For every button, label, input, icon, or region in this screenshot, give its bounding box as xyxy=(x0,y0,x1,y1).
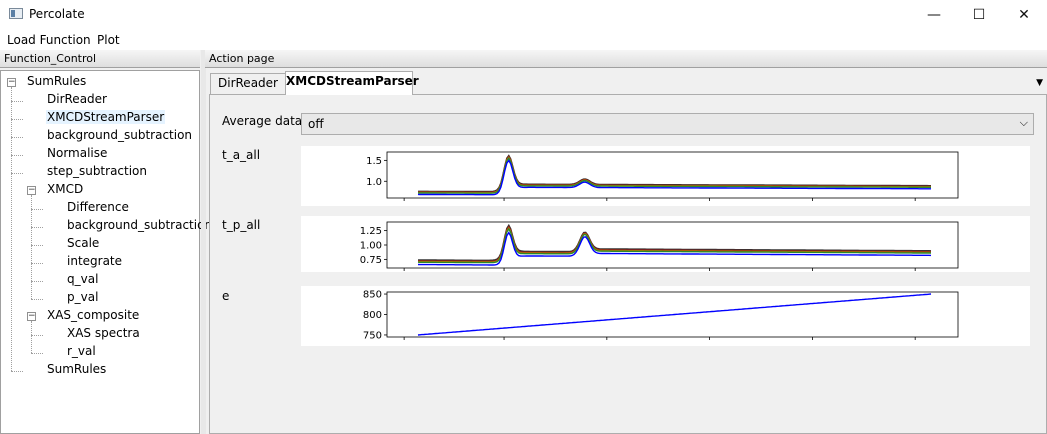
action-page-header: Action page xyxy=(205,50,1047,68)
tree-connector xyxy=(31,263,43,264)
tree-item-difference[interactable]: Difference xyxy=(66,200,130,214)
tree-connector xyxy=(31,335,43,336)
tree-item-xmcd[interactable]: XMCD xyxy=(46,182,84,196)
y-tick-label: 750 xyxy=(363,330,382,341)
tree-connector xyxy=(11,101,23,102)
y-tick-label: 1.0 xyxy=(366,177,382,188)
average-data-select[interactable]: off ⌵ xyxy=(301,113,1034,135)
series-line-1 xyxy=(418,225,931,262)
menu-bar: Load Function Plot xyxy=(0,30,1047,50)
tab-xmcdstreamparser[interactable]: XMCDStreamParser xyxy=(285,71,419,95)
y-tick-label: 1.5 xyxy=(366,156,382,167)
y-tick-label: 850 xyxy=(363,290,382,301)
tree-connector xyxy=(11,87,12,371)
tree-connector xyxy=(11,173,23,174)
tree-item-q-val[interactable]: q_val xyxy=(66,272,99,286)
tree-item-p-val[interactable]: p_val xyxy=(66,290,99,304)
function-control-panel: Function_Control SumRules − DirReader XMCDS… xyxy=(0,50,212,434)
tree-item-xas-spectra[interactable]: XAS spectra xyxy=(66,326,141,340)
tree-connector xyxy=(31,209,43,210)
plot-t-p-all: 1.25 1.00 0.75 xyxy=(301,216,1030,272)
tree-item-integrate[interactable]: integrate xyxy=(66,254,123,268)
function-tree[interactable]: SumRules − DirReader XMCDStreamParser backgr… xyxy=(0,70,212,434)
action-page-panel: Action page DirReader XMCDStreamParser ▼… xyxy=(205,50,1047,434)
tree-connector xyxy=(31,245,43,246)
menu-load-function[interactable]: Load Function xyxy=(7,33,91,47)
y-tick-label: 0.75 xyxy=(360,255,382,266)
y-tick-label: 800 xyxy=(363,310,382,321)
plot-label-t-a-all: t_a_all xyxy=(222,148,261,162)
tree-connector xyxy=(31,227,43,228)
plot-label-e: e xyxy=(222,289,230,303)
tab-bar: DirReader XMCDStreamParser ▼ xyxy=(205,70,1047,95)
title-bar: Percolate — ☐ ✕ xyxy=(0,0,1047,30)
y-tick-label: 1.25 xyxy=(360,226,382,237)
plot-e: 850 800 750 xyxy=(301,286,1030,346)
tree-item-sumrules[interactable]: SumRules xyxy=(46,362,107,376)
tree-item-r-val[interactable]: r_val xyxy=(66,344,97,358)
tree-item-sumrules[interactable]: SumRules xyxy=(26,74,87,88)
close-button[interactable]: ✕ xyxy=(1001,0,1047,30)
collapse-icon[interactable]: − xyxy=(27,312,36,321)
series-line-4 xyxy=(417,159,931,196)
app-icon xyxy=(9,8,23,19)
tree-connector xyxy=(31,321,32,353)
tree-connector xyxy=(31,281,43,282)
chevron-down-icon: ⌵ xyxy=(1019,116,1028,129)
tree-item-dirreader[interactable]: DirReader xyxy=(46,92,108,106)
collapse-icon[interactable]: − xyxy=(7,78,16,87)
tree-item-normalise[interactable]: Normalise xyxy=(46,146,108,160)
function-control-header: Function_Control xyxy=(0,50,200,68)
average-data-label: Average data xyxy=(222,114,303,128)
tree-item-background-subtraction[interactable]: background_subtraction xyxy=(66,218,213,232)
tree-connector xyxy=(11,155,23,156)
tree-item-step-subtraction[interactable]: step_subtraction xyxy=(46,164,148,178)
window-title: Percolate xyxy=(29,7,85,21)
menu-plot[interactable]: Plot xyxy=(97,33,120,47)
tree-connector xyxy=(11,371,23,372)
average-data-value: off xyxy=(308,117,324,131)
maximize-button[interactable]: ☐ xyxy=(956,0,1002,30)
tab-overflow-icon[interactable]: ▼ xyxy=(1036,78,1043,88)
plot-label-t-p-all: t_p_all xyxy=(222,218,261,232)
tree-connector xyxy=(31,299,43,300)
tree-connector xyxy=(31,195,32,299)
tree-connector xyxy=(11,137,23,138)
series-line-0 xyxy=(417,293,932,336)
series-line-2 xyxy=(418,226,932,263)
series-line-3 xyxy=(417,227,931,264)
tree-connector xyxy=(31,353,43,354)
tree-connector xyxy=(11,119,23,120)
minimize-button[interactable]: — xyxy=(911,0,957,30)
tree-item-scale[interactable]: Scale xyxy=(66,236,100,250)
y-tick-label: 1.00 xyxy=(360,241,382,252)
tree-item-xmcdstreamparser[interactable]: XMCDStreamParser xyxy=(46,110,166,124)
tree-item-xas-composite[interactable]: XAS_composite xyxy=(46,308,140,322)
plot-t-a-all: 1.5 1.0 xyxy=(301,146,1030,206)
collapse-icon[interactable]: − xyxy=(27,186,36,195)
tab-dirreader[interactable]: DirReader xyxy=(210,73,286,94)
tree-item-background-subtraction[interactable]: background_subtraction xyxy=(46,128,193,142)
